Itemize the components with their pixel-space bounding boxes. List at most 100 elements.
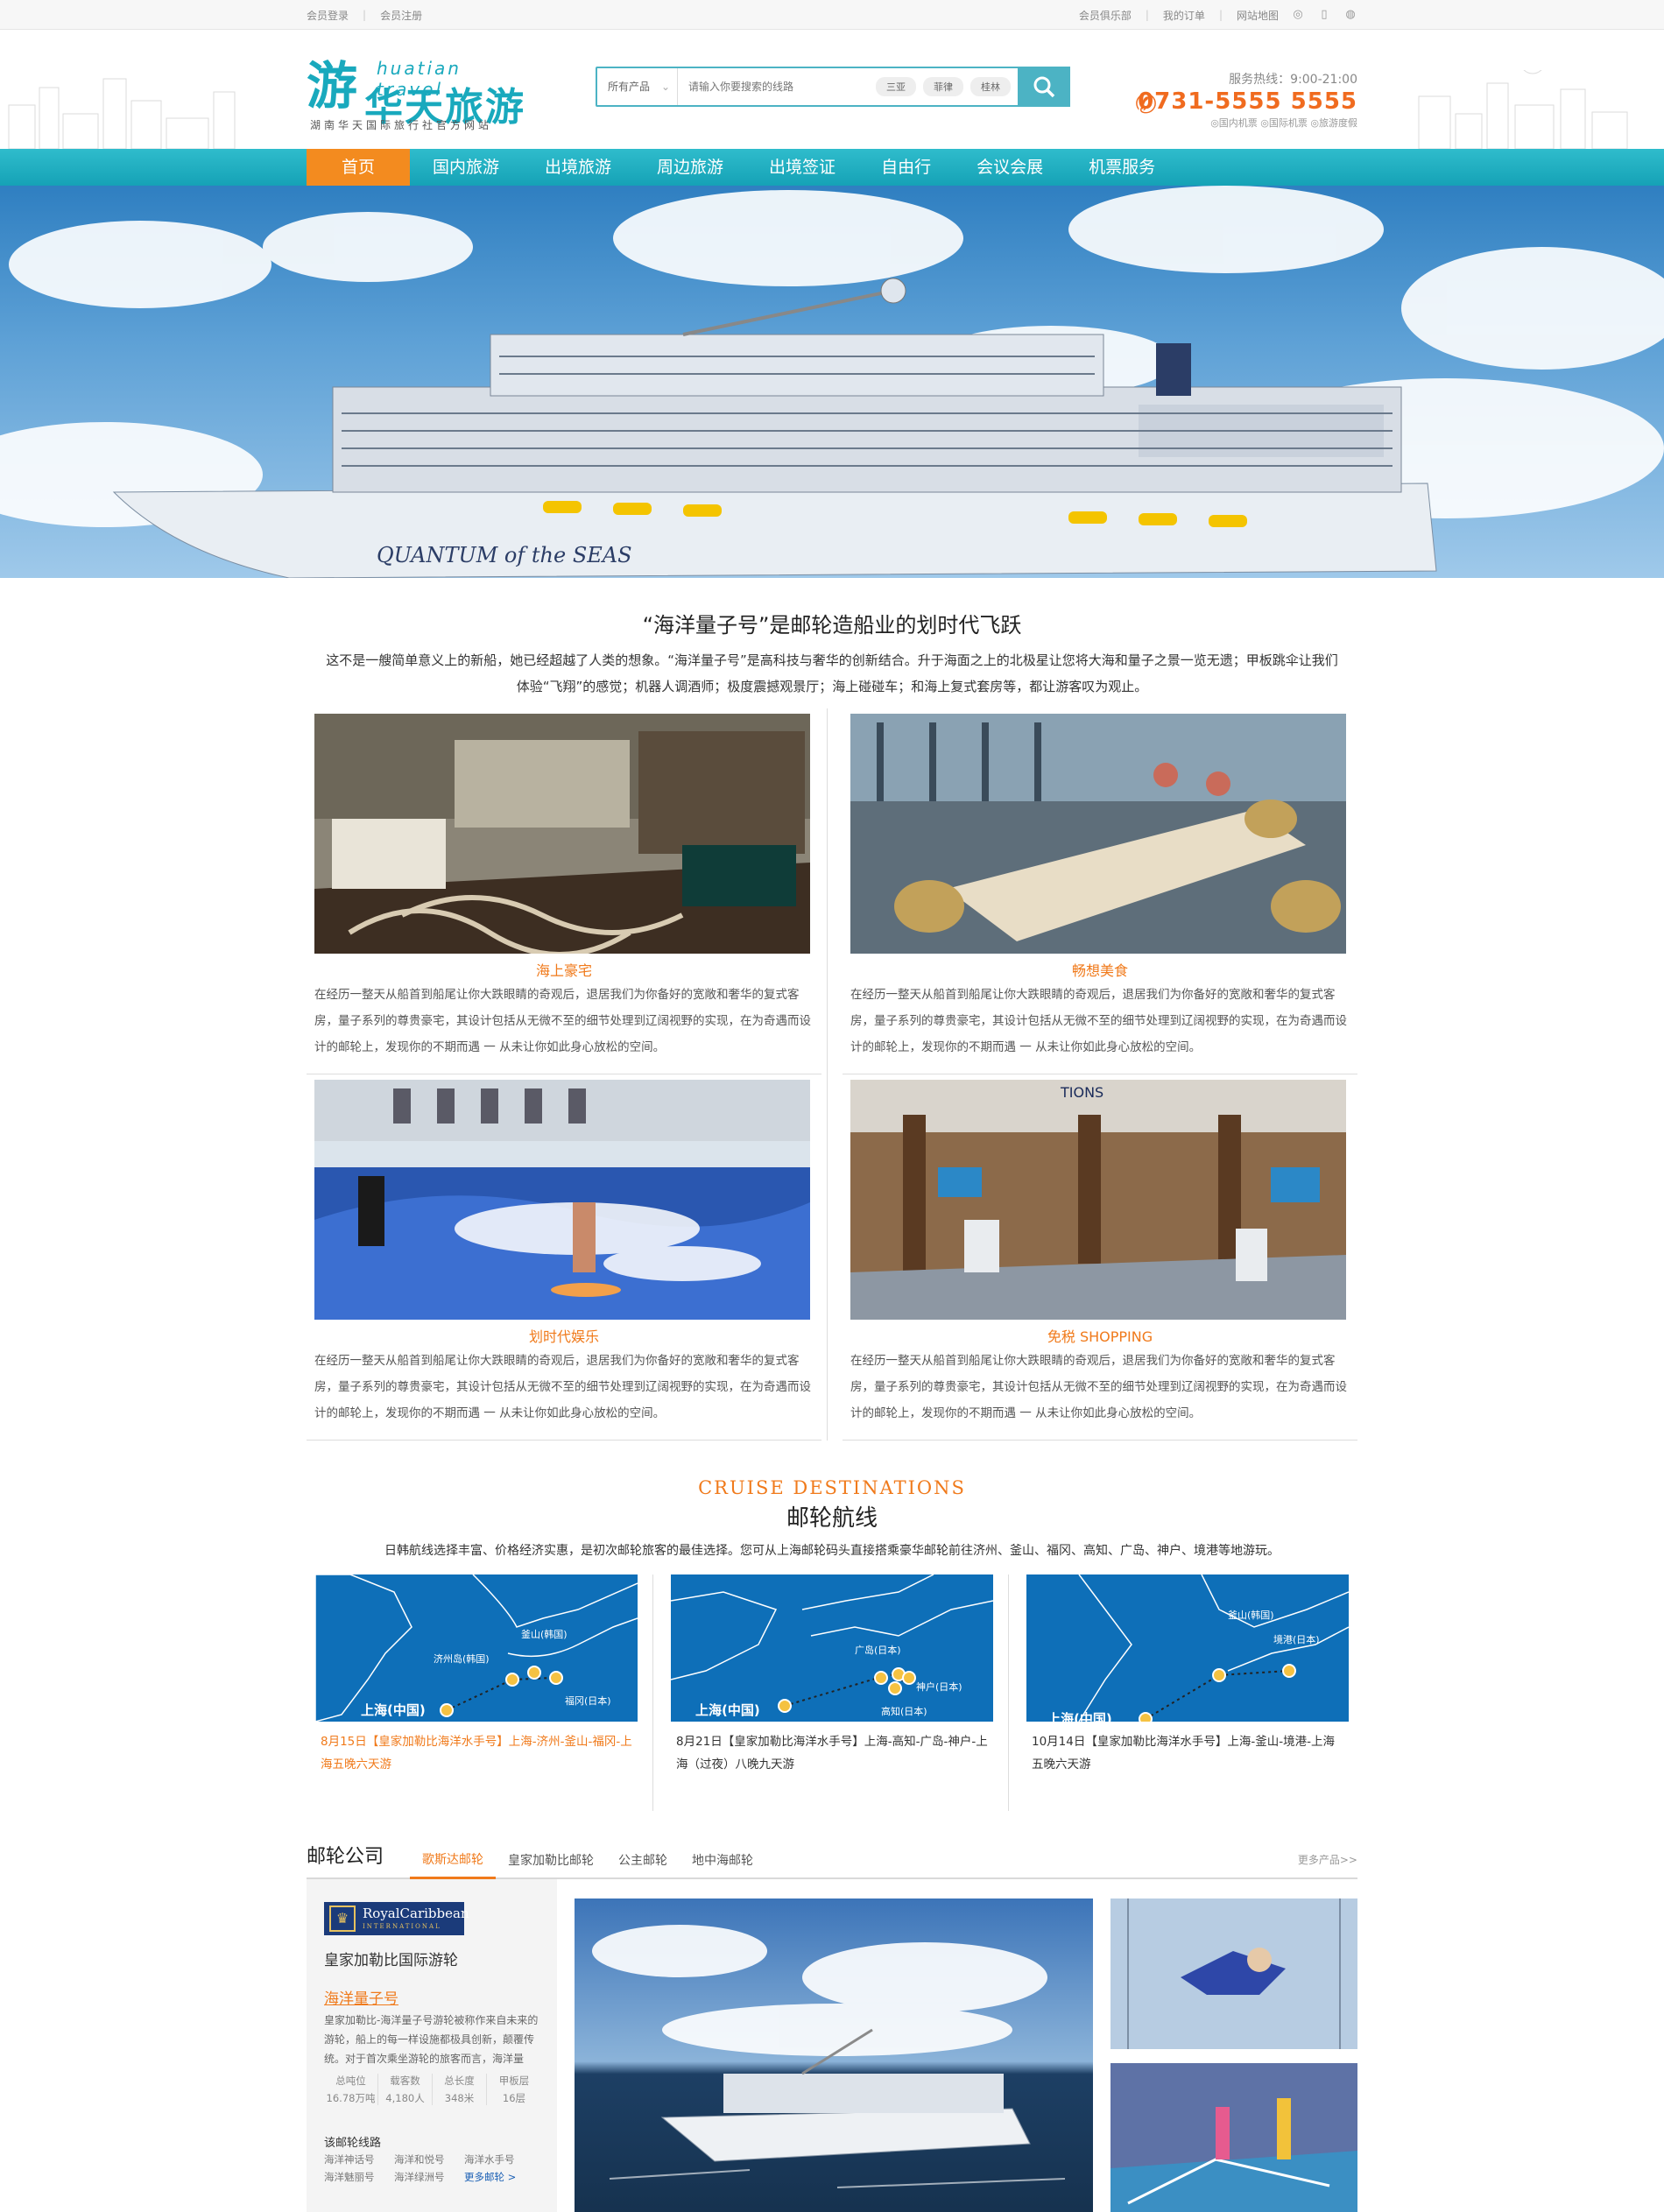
skydiving-photo[interactable] <box>1111 1899 1357 2049</box>
map-label: 釜山(韩国) <box>1228 1609 1274 1621</box>
dining-photo <box>850 714 1346 954</box>
search-tag[interactable]: 菲律 <box>923 77 963 96</box>
ship-route-link[interactable]: 海洋和悦号 <box>394 2152 464 2166</box>
search-icon <box>1033 76 1055 98</box>
feature-title: 划时代娱乐 <box>528 1328 599 1345</box>
feature-card[interactable]: 划时代娱乐 在经历一整天从船首到船尾让你大跌眼睛的奇观后，退居我们为你备好的宽敞… <box>307 1074 828 1441</box>
search-bar: 所有产品 ⌄ 三亚 菲律 桂林 <box>596 67 1070 107</box>
hotline-links[interactable]: ◎国内机票 ◎国际机票 ◎旅游度假 <box>1130 116 1357 130</box>
company-info-panel: ♛ RoyalCaribbean INTERNATIONAL 皇家加勒比国际游轮… <box>307 1879 557 2212</box>
ship-stats: 总吨位 16.78万吨 载客数 4,180人 总长度 348米 甲板层 16层 <box>324 2074 543 2105</box>
search-input[interactable] <box>678 68 876 105</box>
ship-hull-name: QUANTUM of the SEAS <box>377 543 632 567</box>
ship-route-link[interactable]: 海洋神话号 <box>324 2152 394 2166</box>
route-description[interactable]: 8月21日【皇家加勒比海洋水手号】上海-高知-广岛-神户-上海（过夜）八晚九天游 <box>671 1722 993 1776</box>
cruise-ship-image: QUANTUM of the SEAS <box>0 186 1664 578</box>
feature-title: 海上豪宅 <box>535 962 592 979</box>
map-label: 高知(日本) <box>881 1705 927 1717</box>
route-map: 上海(中国) 济州岛(韩国) 釜山(韩国) 福冈(日本) <box>315 1574 638 1722</box>
mobile-icon[interactable]: ▯ <box>1317 9 1331 21</box>
route-card[interactable]: 上海(中国) 济州岛(韩国) 釜山(韩国) 福冈(日本) 8月15日【皇家加勒比… <box>315 1574 653 1811</box>
search-tag[interactable]: 桂林 <box>970 77 1011 96</box>
nav-conference[interactable]: 会议会展 <box>954 149 1066 186</box>
destinations-title-en: CRUISE DESTINATIONS <box>698 1477 966 1498</box>
feature-title: 畅想美食 <box>1071 962 1128 979</box>
stat: 载客数 4,180人 <box>378 2074 433 2105</box>
divider: | <box>1145 9 1149 21</box>
divider <box>652 1574 653 1811</box>
search-tag[interactable]: 三亚 <box>876 77 916 96</box>
feature-card[interactable]: 海上豪宅 在经历一整天从船首到船尾让你大跌眼睛的奇观后，退居我们为你备好的宽敞和… <box>307 708 828 1074</box>
site-logo[interactable]: 游 huatian travel 华天旅游 湖南华天国际旅行社官方网站 <box>307 53 534 131</box>
feature-card[interactable]: TIONS 免税 SHOPPING 在经历一整天从船首到船尾让你大跌眼睛的奇观后… <box>843 1074 1357 1441</box>
more-products-link[interactable]: 更多产品>> <box>1298 1852 1357 1867</box>
nav-free-travel[interactable]: 自由行 <box>858 149 954 186</box>
divider <box>827 708 828 1074</box>
map-label: 釜山(韩国) <box>521 1628 568 1640</box>
search-category-select[interactable]: 所有产品 ⌄ <box>597 68 678 105</box>
map-label: 境港(日本) <box>1273 1633 1320 1645</box>
nav-home[interactable]: 首页 <box>307 149 410 186</box>
my-orders-link[interactable]: 我的订单 <box>1163 8 1205 23</box>
more-ships-link[interactable]: 更多邮轮 > <box>464 2170 534 2184</box>
routes-label: 该邮轮线路 <box>324 2137 382 2150</box>
nav-outbound[interactable]: 出境旅游 <box>522 149 634 186</box>
destinations-title-cn: 邮轮航线 <box>786 1505 878 1532</box>
section-title: 邮轮公司 <box>307 1846 384 1868</box>
destinations-text: 日韩航线选择丰富、价格经济实惠，是初次邮轮旅客的最佳选择。您可从上海邮轮码头直接… <box>384 1544 1280 1558</box>
chevron-down-icon: ⌄ <box>660 81 670 93</box>
map-label: 上海(中国) <box>1047 1711 1112 1722</box>
ship-routes-list: 海洋神话号 海洋和悦号 海洋水手号 海洋魅丽号 海洋绿洲号 更多邮轮 > <box>324 2152 543 2184</box>
weibo-icon[interactable]: ◎ <box>1291 9 1305 21</box>
member-club-link[interactable]: 会员俱乐部 <box>1079 8 1132 23</box>
header: 游 huatian travel 华天旅游 湖南华天国际旅行社官方网站 所有产品… <box>0 30 1664 149</box>
nav-domestic[interactable]: 国内旅游 <box>410 149 522 186</box>
intro-text: 这不是一艘简单意义上的新船，她已经超越了人类的想象。“海洋量子号”是高科技与奢华… <box>326 652 1338 694</box>
member-register-link[interactable]: 会员注册 <box>380 8 422 23</box>
route-map: 上海(中国) 广岛(日本) 神户(日本) 高知(日本) <box>671 1574 993 1722</box>
tab-princess[interactable]: 公主邮轮 <box>606 1851 680 1877</box>
route-description[interactable]: 10月14日【皇家加勒比海洋水手号】上海-釜山-境港-上海五晚六天游 <box>1026 1722 1349 1776</box>
feature-title: 免税 SHOPPING <box>1047 1328 1153 1345</box>
stat: 甲板层 16层 <box>498 2075 530 2104</box>
surfing-photo <box>314 1080 810 1320</box>
suite-photo <box>314 714 810 954</box>
search-button[interactable] <box>1018 67 1070 107</box>
intro-section: “海洋量子号”是邮轮造船业的划时代飞跃 这不是一艘简单意义上的新船，她已经超越了… <box>0 608 1664 700</box>
nav-tickets[interactable]: 机票服务 <box>1066 149 1178 186</box>
ship-at-sea-photo[interactable] <box>575 1899 1093 2212</box>
nav-visa[interactable]: 出境签证 <box>746 149 858 186</box>
tab-msc[interactable]: 地中海邮轮 <box>680 1851 765 1877</box>
company-name: 皇家加勒比国际游轮 <box>324 1952 458 1969</box>
cruise-companies-header: 邮轮公司 歌斯达邮轮 皇家加勒比邮轮 公主邮轮 地中海邮轮 更多产品>> <box>307 1841 1357 1879</box>
nav-nearby[interactable]: 周边旅游 <box>634 149 746 186</box>
divider: | <box>1218 9 1223 21</box>
feature-card[interactable]: 畅想美食 在经历一整天从船首到船尾让你大跌眼睛的奇观后，退居我们为你备好的宽敞和… <box>843 708 1357 1074</box>
city-skyline-right <box>1418 70 1628 149</box>
city-skyline-left <box>8 78 236 149</box>
ship-route-link[interactable]: 海洋魅丽号 <box>324 2170 394 2184</box>
ship-link[interactable]: 海洋量子号 <box>324 1986 398 2008</box>
ship-route-link[interactable]: 海洋绿洲号 <box>394 2170 464 2184</box>
top-bar: 会员登录 | 会员注册 会员俱乐部 | 我的订单 | 网站地图 ◎ ▯ ◍ <box>0 0 1664 30</box>
route-card[interactable]: 上海(中国) 釜山(韩国) 境港(日本) 10月14日【皇家加勒比海洋水手号】上… <box>1026 1574 1349 1811</box>
member-login-link[interactable]: 会员登录 <box>307 8 349 23</box>
destinations-header: CRUISE DESTINATIONS 邮轮航线 日韩航线选择丰富、价格经济实惠… <box>0 1477 1664 1559</box>
roller-skating-photo[interactable] <box>1111 2063 1357 2212</box>
route-description[interactable]: 8月15日【皇家加勒比海洋水手号】上海-济州-釜山-福冈-上海五晚六天游 <box>315 1722 638 1776</box>
route-card[interactable]: 上海(中国) 广岛(日本) 神户(日本) 高知(日本) 8月21日【皇家加勒比海… <box>671 1574 1009 1811</box>
wechat-icon[interactable]: ◍ <box>1343 9 1357 21</box>
royal-caribbean-logo[interactable]: ♛ RoyalCaribbean INTERNATIONAL <box>324 1902 469 1935</box>
crown-icon: ♛ <box>329 1906 356 1932</box>
tab-royal-caribbean[interactable]: 皇家加勒比邮轮 <box>496 1851 606 1877</box>
stat: 总吨位 16.78万吨 <box>324 2074 378 2105</box>
tab-costa[interactable]: 歌斯达邮轮 <box>410 1850 497 1879</box>
ship-route-link[interactable]: 海洋水手号 <box>464 2152 534 2166</box>
hero-banner[interactable]: QUANTUM of the SEAS <box>0 186 1664 578</box>
map-label: 神户(日本) <box>916 1680 962 1693</box>
sitemap-link[interactable]: 网站地图 <box>1237 8 1279 23</box>
divider <box>1008 1574 1009 1811</box>
intro-title: “海洋量子号”是邮轮造船业的划时代飞跃 <box>642 613 1022 638</box>
features-grid: 海上豪宅 在经历一整天从船首到船尾让你大跌眼睛的奇观后，退居我们为你备好的宽敞和… <box>307 708 1357 1441</box>
service-hotline: ✆ 服务热线：9:00-21:00 0731-5555 5555 ◎国内机票 ◎… <box>1130 70 1357 130</box>
